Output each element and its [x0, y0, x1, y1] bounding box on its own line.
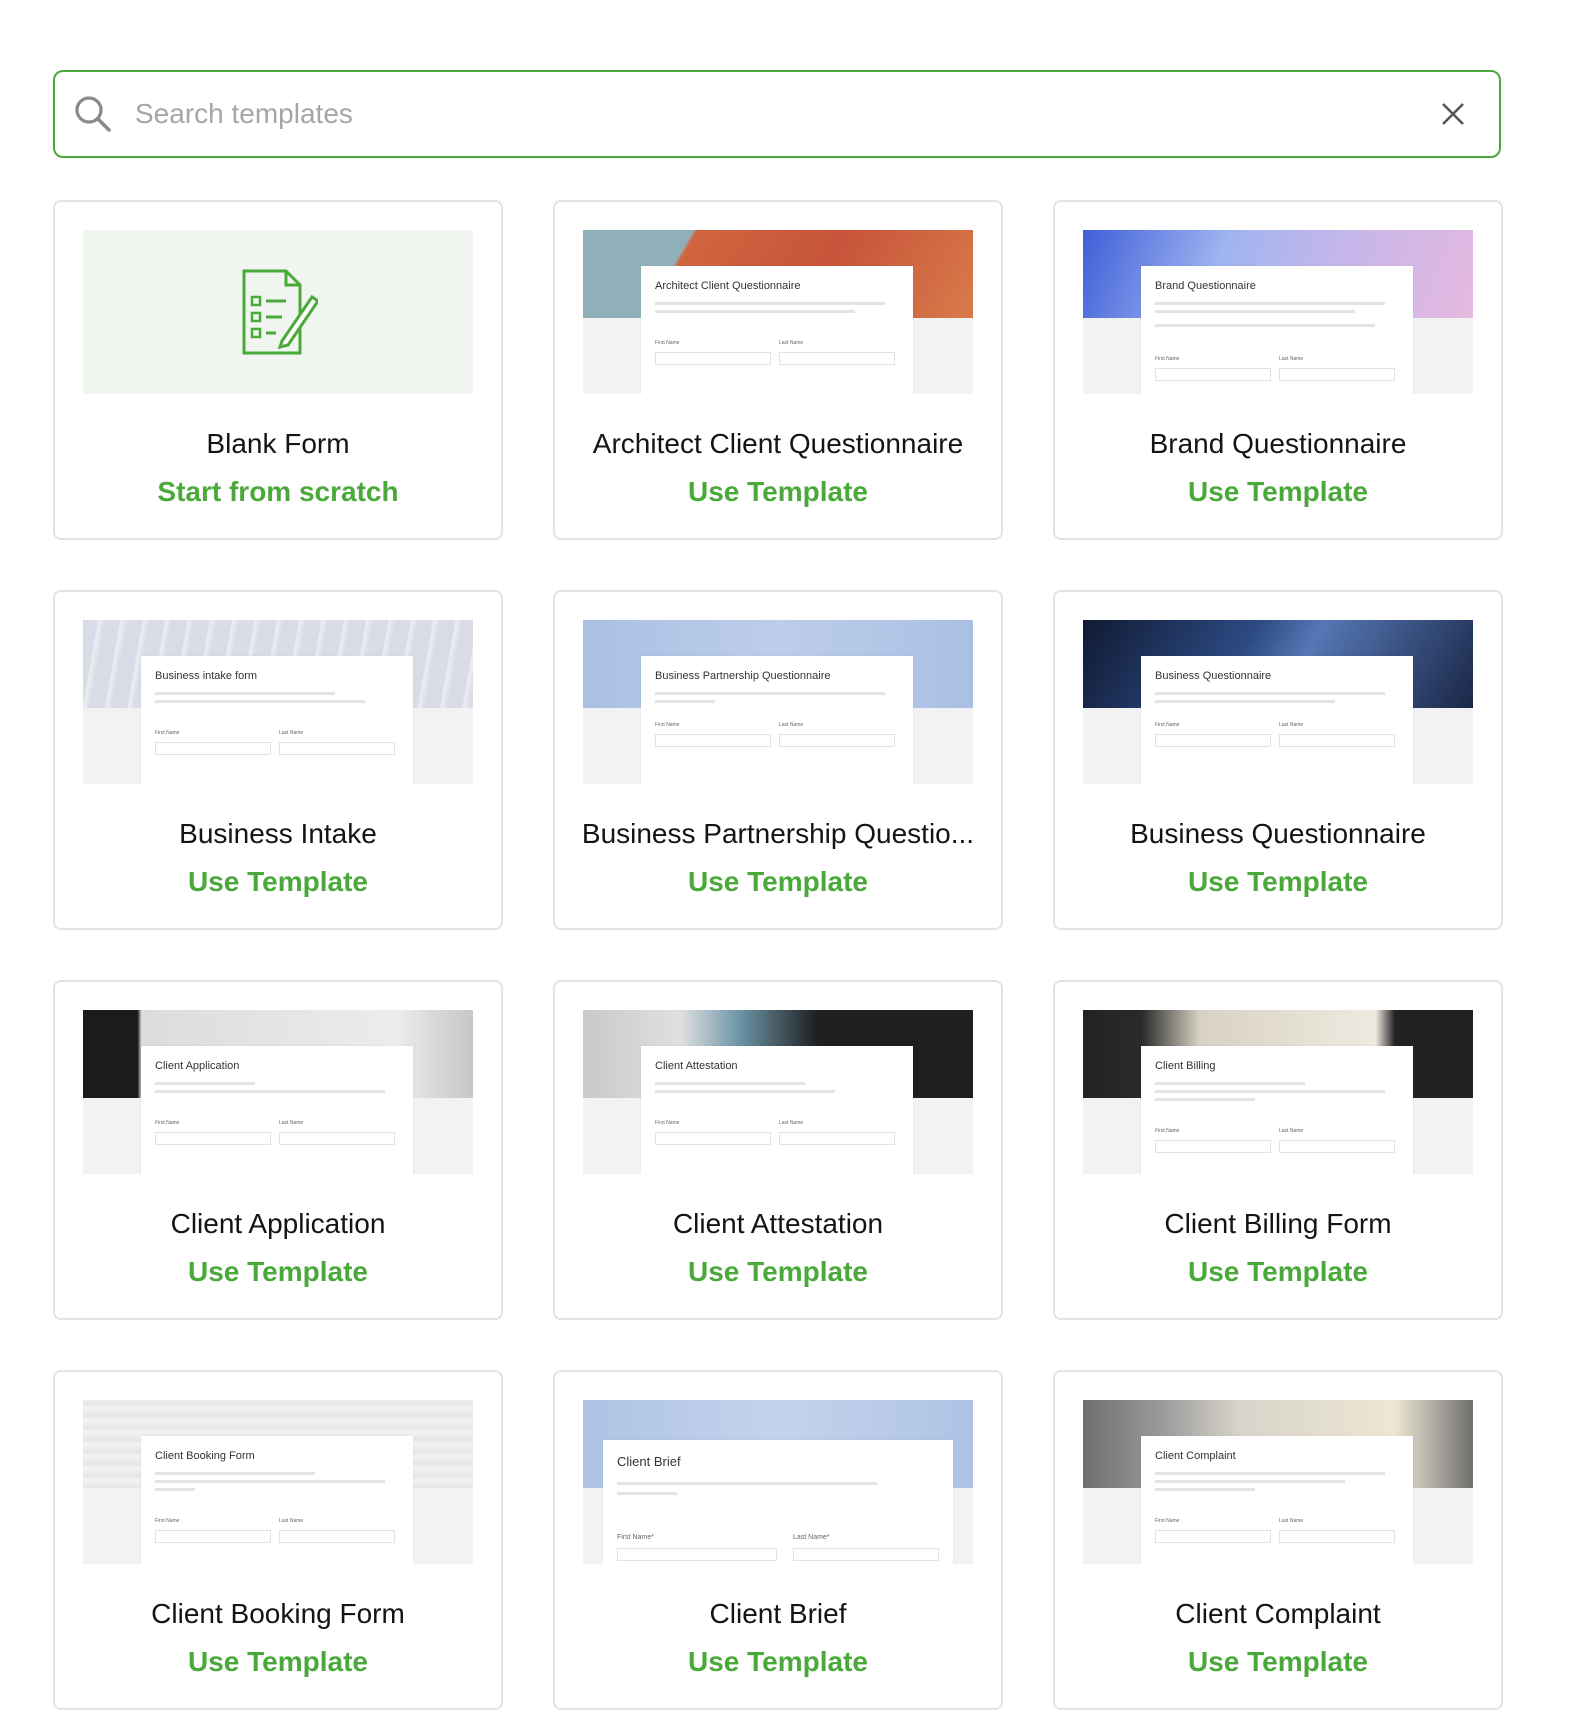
use-template-link[interactable]: Use Template: [1055, 1646, 1501, 1678]
card-title: Brand Questionnaire: [1149, 428, 1407, 459]
search-input[interactable]: [133, 97, 1435, 131]
close-icon: [1442, 103, 1464, 125]
template-preview: Client Booking Form First Name Last Name: [83, 1400, 473, 1564]
use-template-link[interactable]: Use Template: [555, 476, 1001, 508]
card-title: Client Application: [170, 1208, 386, 1239]
use-template-link[interactable]: Use Template: [555, 866, 1001, 898]
card-title: Client Brief: [709, 1598, 847, 1629]
start-from-scratch-link[interactable]: Start from scratch: [55, 476, 501, 508]
card-title: Client Complaint: [1175, 1598, 1381, 1629]
template-preview: Business Partnership Questionnaire First…: [583, 620, 973, 784]
template-preview: Client Application First Name Last Name: [83, 1010, 473, 1174]
template-card[interactable]: Business Partnership Questionnaire First…: [553, 590, 1003, 930]
template-preview: Business intake form First Name Last Nam…: [83, 620, 473, 784]
search-bar[interactable]: [53, 70, 1501, 158]
use-template-link[interactable]: Use Template: [1055, 866, 1501, 898]
search-icon: [73, 94, 113, 134]
template-preview: Architect Client Questionnaire First Nam…: [583, 230, 973, 394]
template-card[interactable]: Business Questionnaire First Name Last N…: [1053, 590, 1503, 930]
template-preview: Brand Questionnaire First Name Last Name: [1083, 230, 1473, 394]
use-template-link[interactable]: Use Template: [1055, 476, 1501, 508]
form-edit-icon: [242, 269, 318, 355]
card-title: Architect Client Questionnaire: [592, 428, 964, 459]
template-card[interactable]: Client Application First Name Last Name …: [53, 980, 503, 1320]
template-preview: Business Questionnaire First Name Last N…: [1083, 620, 1473, 784]
use-template-link[interactable]: Use Template: [55, 1256, 501, 1288]
template-card-blank-form[interactable]: Blank Form Start from scratch: [53, 200, 503, 540]
use-template-link[interactable]: Use Template: [555, 1256, 1001, 1288]
template-preview: Client Billing First Name Last Name: [1083, 1010, 1473, 1174]
card-title: Client Booking Form: [151, 1598, 405, 1629]
template-card[interactable]: Client Attestation First Name Last Name …: [553, 980, 1003, 1320]
use-template-link[interactable]: Use Template: [555, 1646, 1001, 1678]
template-card[interactable]: Client Complaint First Name Last Name Cl…: [1053, 1370, 1503, 1710]
card-title: Business Intake: [179, 818, 377, 849]
card-title: Client Attestation: [672, 1208, 884, 1239]
blank-form-preview: [83, 230, 473, 394]
card-title: Business Questionnaire: [1130, 818, 1426, 849]
template-card[interactable]: Client Booking Form First Name Last Name…: [53, 1370, 503, 1710]
template-card[interactable]: Architect Client Questionnaire First Nam…: [553, 200, 1003, 540]
clear-search-button[interactable]: [1435, 96, 1471, 132]
card-title: Business Partnership Questio...: [581, 818, 975, 849]
use-template-link[interactable]: Use Template: [55, 1646, 501, 1678]
use-template-link[interactable]: Use Template: [1055, 1256, 1501, 1288]
card-title: Client Billing Form: [1164, 1208, 1392, 1239]
template-card[interactable]: Brand Questionnaire First Name Last Name…: [1053, 200, 1503, 540]
template-preview: Client Attestation First Name Last Name: [583, 1010, 973, 1174]
template-card[interactable]: Client Billing First Name Last Name Clie…: [1053, 980, 1503, 1320]
template-preview: Client Complaint First Name Last Name: [1083, 1400, 1473, 1564]
use-template-link[interactable]: Use Template: [55, 866, 501, 898]
card-title: Blank Form: [206, 428, 350, 459]
template-card[interactable]: Client Brief First Name* Last Name* Clie…: [553, 1370, 1003, 1710]
template-card[interactable]: Business intake form First Name Last Nam…: [53, 590, 503, 930]
template-preview: Client Brief First Name* Last Name*: [583, 1400, 973, 1564]
